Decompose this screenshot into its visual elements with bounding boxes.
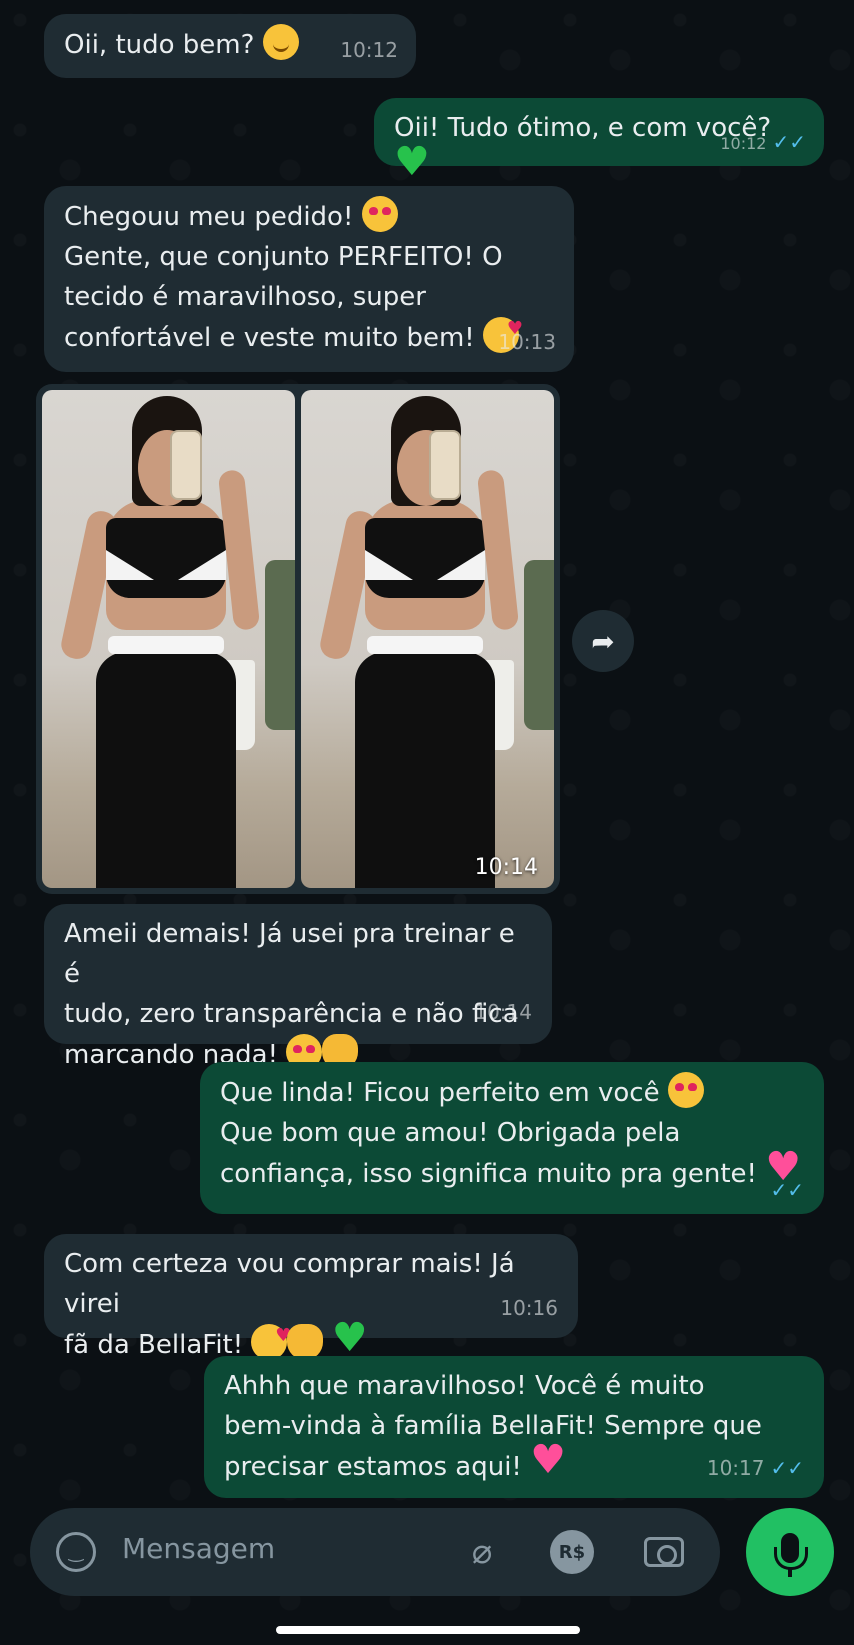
message-line: Que linda! Ficou perfeito em você xyxy=(220,1072,804,1113)
camera-body xyxy=(644,1537,684,1567)
photo-sports-top xyxy=(365,518,485,598)
green-heart-emoji-icon xyxy=(332,1318,368,1360)
smiling-emoji-icon xyxy=(262,24,299,60)
forward-icon: ➦ xyxy=(591,624,615,658)
photo-plant xyxy=(524,560,554,730)
message-time: 10:14 xyxy=(474,855,538,880)
message-outgoing[interactable]: Oii! Tudo ótimo, e com você? 10:12 ✓✓ xyxy=(374,98,824,182)
message-line: bem-vinda à família BellaFit! Sempre que xyxy=(224,1411,762,1441)
message-line: Ameii demais! Já usei pra treinar e é xyxy=(64,919,515,989)
heart-eyes-emoji-icon xyxy=(361,196,398,232)
message-text: precisar estamos aqui! xyxy=(224,1452,522,1482)
message-time: 10:16 xyxy=(500,1296,558,1320)
microphone-icon xyxy=(774,1533,808,1577)
message-time: 10:13 xyxy=(498,330,556,354)
heart-eyes-emoji-icon xyxy=(667,1072,704,1108)
message-time: 10:12 xyxy=(340,38,398,62)
message-line: confiança, isso significa muito pra gent… xyxy=(220,1147,804,1194)
message-incoming[interactable]: Chegouu meu pedido! Gente, que conjunto … xyxy=(44,186,574,372)
photo-thumbnail[interactable] xyxy=(301,390,554,888)
photo-leggings xyxy=(355,652,495,888)
message-time: 10:12 ✓✓ xyxy=(720,122,806,164)
photo-phone xyxy=(429,430,461,500)
message-text: Oii, tudo bem? xyxy=(64,30,255,60)
message-text: confiança, isso significa muito pra gent… xyxy=(220,1159,757,1189)
message-outgoing[interactable]: Ahhh que maravilhoso! Você é muito bem-v… xyxy=(204,1356,824,1498)
message-time: 10:17 ✓✓ xyxy=(707,1448,804,1488)
paperclip-icon[interactable]: ⌀ xyxy=(460,1530,504,1574)
smiling-hearts-emoji-icon xyxy=(251,1316,291,1360)
camera-icon[interactable] xyxy=(642,1530,686,1574)
message-line: Gente, que conjunto PERFEITO! O xyxy=(64,242,503,272)
message-text: Chegouu meu pedido! xyxy=(64,202,354,232)
home-indicator[interactable] xyxy=(276,1626,580,1634)
green-heart-emoji-icon xyxy=(394,142,430,184)
message-time: ✓✓ xyxy=(764,1170,804,1210)
message-composer[interactable]: ‿ Mensagem ⌀ R$ xyxy=(30,1508,720,1596)
forward-button[interactable]: ➦ xyxy=(572,610,634,672)
message-line: Ahhh que maravilhoso! Você é muito xyxy=(224,1371,705,1401)
message-incoming[interactable]: Oii, tudo bem? 10:12 xyxy=(44,14,416,78)
message-text: Que linda! Ficou perfeito em você xyxy=(220,1078,660,1108)
read-receipt-icon: ✓✓ xyxy=(772,130,806,154)
photo-phone xyxy=(170,430,202,500)
voice-message-button[interactable] xyxy=(746,1508,834,1596)
two-hearts-emoji-icon xyxy=(530,1440,566,1482)
read-receipt-icon: ✓✓ xyxy=(770,1456,804,1480)
message-time: 10:14 xyxy=(474,1000,532,1024)
message-line: tudo, zero transparência e não fica xyxy=(64,999,519,1029)
message-line: Com certeza vou comprar mais! Já virei xyxy=(64,1249,515,1319)
message-incoming[interactable]: Ameii demais! Já usei pra treinar e é tu… xyxy=(44,904,552,1070)
photo-thumbnail[interactable] xyxy=(42,390,295,888)
message-incoming[interactable]: Com certeza vou comprar mais! Já virei f… xyxy=(44,1234,578,1360)
message-text: Oii! Tudo ótimo, e com você? xyxy=(394,113,772,143)
photo-leggings xyxy=(96,652,236,888)
message-line: tecido é maravilhoso, super xyxy=(64,282,426,312)
photo-waistband xyxy=(108,636,224,654)
message-line: confortável e veste muito bem! xyxy=(64,309,554,358)
message-text: confortável e veste muito bem! xyxy=(64,323,475,353)
message-outgoing[interactable]: Que linda! Ficou perfeito em você Que bo… xyxy=(200,1062,824,1214)
message-line: Chegouu meu pedido! xyxy=(64,196,554,237)
message-line: Que bom que amou! Obrigada pela xyxy=(220,1118,681,1148)
read-receipt-icon: ✓✓ xyxy=(770,1178,804,1202)
photo-album-message[interactable]: 10:14 xyxy=(36,384,560,894)
payment-icon[interactable]: R$ xyxy=(550,1530,594,1574)
emoji-icon[interactable]: ‿ xyxy=(56,1532,96,1572)
message-input[interactable]: Mensagem xyxy=(122,1532,275,1565)
clapping-hands-emoji-icon xyxy=(287,1324,324,1360)
photo-sports-top xyxy=(106,518,226,598)
message-time-value: 10:12 xyxy=(720,134,767,153)
message-time-value: 10:17 xyxy=(706,1456,765,1480)
photo-waistband xyxy=(367,636,483,654)
photo-plant xyxy=(265,560,295,730)
message-text: fã da BellaFit! xyxy=(64,1330,244,1360)
